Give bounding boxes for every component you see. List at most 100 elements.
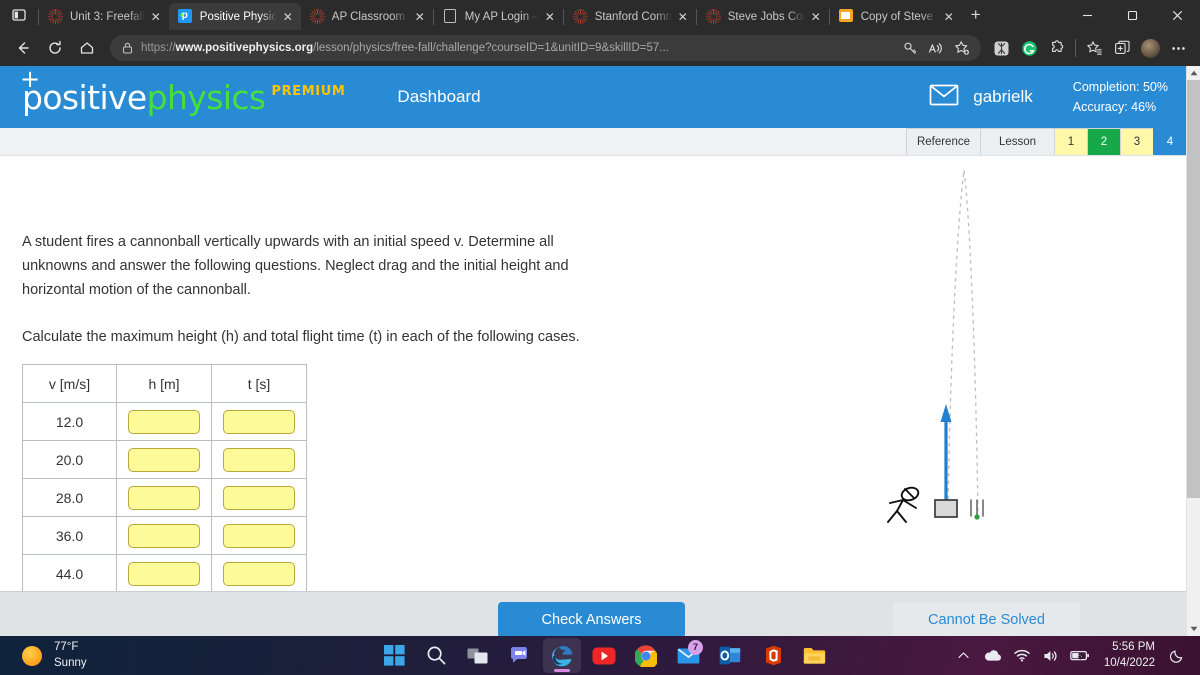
page-scrollbar[interactable] [1186, 66, 1200, 636]
task-view-icon[interactable] [459, 638, 497, 673]
browser-essentials-icon[interactable] [1108, 34, 1136, 62]
time-input[interactable] [223, 561, 295, 586]
office-icon[interactable] [753, 638, 791, 673]
tab-close-icon[interactable]: ✕ [279, 8, 297, 26]
tab-close-icon[interactable]: ✕ [541, 8, 559, 26]
table-row: 12.0 [22, 402, 307, 441]
time-input[interactable] [223, 447, 295, 472]
close-button[interactable] [1155, 0, 1200, 30]
profile-avatar[interactable] [1136, 34, 1164, 62]
extension-kami-icon[interactable] [987, 34, 1015, 62]
moon-do-not-disturb-icon[interactable] [1164, 641, 1190, 671]
volume-icon[interactable] [1038, 641, 1064, 671]
velocity-cell: 44.0 [22, 554, 117, 593]
search-icon[interactable] [417, 638, 455, 673]
tab-close-icon[interactable]: ✕ [674, 8, 692, 26]
cannonball-free-fall-diagram [866, 156, 1066, 576]
file-explorer-icon[interactable] [795, 638, 833, 673]
scroll-down-icon[interactable] [1187, 622, 1200, 636]
mail-icon[interactable] [929, 83, 959, 112]
subnav-item-reference[interactable]: Reference [905, 128, 980, 155]
username-label[interactable]: gabrielk [973, 87, 1033, 107]
answer-cell [211, 516, 307, 555]
scrollbar-thumb[interactable] [1187, 80, 1200, 498]
subnav-item-4[interactable]: 4 [1153, 128, 1186, 155]
start-icon[interactable] [375, 638, 413, 673]
browser-tab[interactable]: Unit 3: Freefall ✕ [39, 3, 169, 30]
read-aloud-icon[interactable] [923, 36, 949, 60]
table-header-cell: h [m] [116, 364, 212, 403]
table-row: 36.0 [22, 516, 307, 555]
subnav-item-3[interactable]: 3 [1120, 128, 1153, 155]
browser-tab[interactable]: Stanford Comm ✕ [564, 3, 696, 30]
tab-actions-icon[interactable] [0, 0, 38, 30]
edge-icon[interactable] [543, 638, 581, 673]
flower-icon [572, 9, 588, 24]
youtube-icon[interactable] [585, 638, 623, 673]
lock-icon [122, 42, 133, 54]
tab-title: Steve Jobs Con [727, 10, 805, 23]
dashboard-link[interactable]: Dashboard [397, 87, 480, 107]
time-input[interactable] [223, 523, 295, 548]
height-input[interactable] [128, 409, 200, 434]
answer-cell [116, 440, 212, 479]
time-input[interactable] [223, 409, 295, 434]
tab-close-icon[interactable]: ✕ [940, 8, 958, 26]
url-domain: www.positivephysics.org [175, 42, 314, 54]
answer-cell [211, 554, 307, 593]
back-icon[interactable] [8, 34, 38, 62]
weather-widget[interactable]: 77°F Sunny [22, 640, 87, 670]
height-input[interactable] [128, 485, 200, 510]
time-input[interactable] [223, 485, 295, 510]
chrome-icon[interactable] [627, 638, 665, 673]
wifi-icon[interactable] [1009, 641, 1035, 671]
more-settings-icon[interactable] [1164, 34, 1192, 62]
taskbar-clock[interactable]: 5:56 PM 10/4/2022 [1104, 640, 1155, 671]
browser-tab[interactable]: Steve Jobs Con ✕ [697, 3, 829, 30]
mail-icon[interactable]: 7 [669, 638, 707, 673]
cannot-be-solved-button[interactable]: Cannot Be Solved [893, 602, 1080, 636]
new-tab-button[interactable]: + [962, 1, 990, 29]
height-input[interactable] [128, 523, 200, 548]
flower-icon [48, 9, 63, 24]
tab-strip: Unit 3: Freefall ✕ + p Positive Physics ✕ AP C… [0, 0, 1200, 30]
maximize-button[interactable] [1110, 0, 1155, 30]
chevron-up-icon[interactable] [951, 641, 977, 671]
subnav-item-lesson[interactable]: Lesson [980, 128, 1054, 155]
minimize-button[interactable] [1065, 0, 1110, 30]
outlook-icon[interactable] [711, 638, 749, 673]
chat-teams-icon[interactable] [501, 638, 539, 673]
tab-close-icon[interactable]: ✕ [147, 8, 165, 26]
key-icon[interactable] [897, 36, 923, 60]
scroll-up-icon[interactable] [1187, 66, 1200, 80]
browser-tab[interactable]: + p Positive Physics ✕ [168, 3, 301, 30]
clock-time: 5:56 PM [1112, 640, 1155, 653]
subnav-item-2[interactable]: 2 [1087, 128, 1120, 155]
favorite-icon[interactable] [949, 36, 975, 60]
windows-taskbar: 77°F Sunny 7 5:56 PM 10/4/2022 [0, 636, 1200, 675]
answer-cell [116, 402, 212, 441]
battery-charging-icon[interactable] [1067, 641, 1093, 671]
slides-icon [838, 9, 854, 24]
tab-close-icon[interactable]: ✕ [411, 8, 429, 26]
tab-close-icon[interactable]: ✕ [807, 8, 825, 26]
onedrive-icon[interactable] [980, 641, 1006, 671]
height-input[interactable] [128, 561, 200, 586]
header-right: gabrielk Completion: 50% Accuracy: 46% [929, 77, 1186, 117]
browser-tab[interactable]: Copy of Steve J ✕ [830, 3, 962, 30]
browser-tab[interactable]: My AP Login – ✕ [434, 3, 563, 30]
address-bar[interactable]: https://www.positivephysics.org/lesson/p… [110, 35, 981, 61]
grammarly-icon[interactable] [1015, 34, 1043, 62]
home-icon[interactable] [72, 34, 102, 62]
collections-icon[interactable] [1080, 34, 1108, 62]
refresh-icon[interactable] [40, 34, 70, 62]
tabs-container: Unit 3: Freefall ✕ + p Positive Physics ✕ AP C… [39, 0, 962, 30]
mail-badge: 7 [688, 640, 703, 655]
check-answers-button[interactable]: Check Answers [498, 602, 685, 636]
height-input[interactable] [128, 447, 200, 472]
flower-icon [309, 9, 325, 24]
browser-tab[interactable]: AP Classroom U ✕ [301, 3, 433, 30]
positive-physics-logo[interactable]: + positive physics PREMIUM [20, 67, 345, 117]
subnav-item-1[interactable]: 1 [1054, 128, 1087, 155]
extension-puzzle-icon[interactable] [1043, 34, 1071, 62]
